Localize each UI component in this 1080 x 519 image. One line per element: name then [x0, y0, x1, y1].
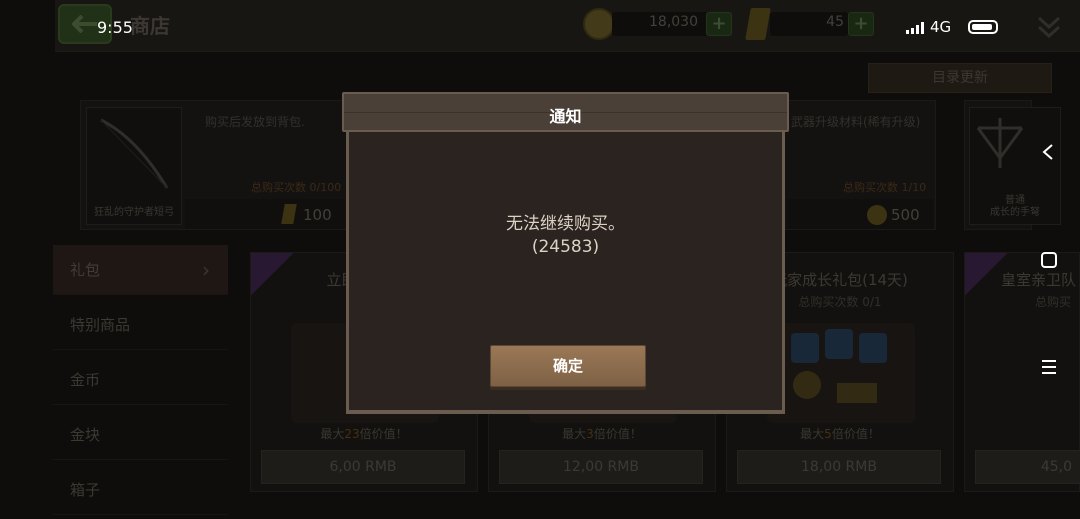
dialog-error-code: (24583) — [531, 237, 600, 257]
dialog-message: 无法继续购买。 — [506, 214, 625, 234]
confirm-button[interactable]: 确定 — [490, 345, 646, 387]
nav-back-icon[interactable] — [1040, 143, 1056, 161]
dialog-title: 通知 — [549, 107, 582, 126]
status-time: 9:55 — [97, 18, 133, 37]
notice-dialog: 通知 无法继续购买。 (24583) 确定 — [342, 92, 789, 420]
dialog-header: 通知 — [342, 92, 789, 132]
dialog-body: 无法继续购买。 (24583) 确定 — [346, 132, 785, 414]
battery-icon — [968, 20, 998, 34]
network-type: 4G — [930, 18, 952, 36]
nav-home-icon[interactable] — [1040, 251, 1058, 269]
signal-icon — [906, 22, 924, 34]
nav-menu-icon[interactable] — [1040, 359, 1058, 375]
